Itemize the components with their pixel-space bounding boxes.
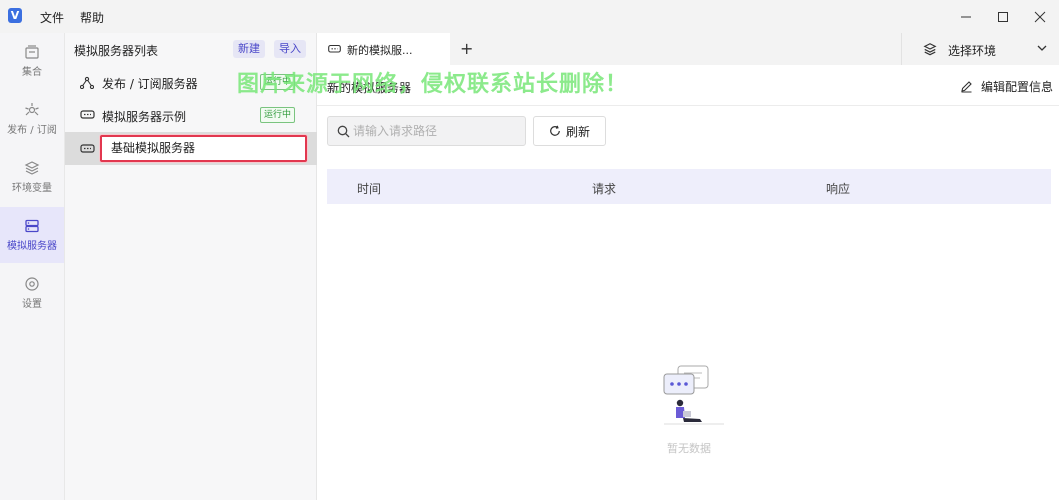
- layers-icon: [24, 161, 40, 175]
- rail-label: 设置: [22, 299, 42, 310]
- environment-select[interactable]: 选择环境: [901, 33, 1059, 65]
- column-time: 时间: [357, 182, 382, 196]
- add-tab-button[interactable]: +: [460, 39, 473, 58]
- search-input[interactable]: [353, 123, 518, 139]
- column-response: 响应: [826, 182, 851, 196]
- status-badge: 运行中: [260, 107, 296, 123]
- app-logo: V: [8, 8, 22, 23]
- import-button[interactable]: 导入: [274, 40, 306, 58]
- rail-item-collection[interactable]: 集合: [0, 33, 64, 89]
- tab-label: 新的模拟服...: [347, 44, 413, 57]
- empty-state-text: 暂无数据: [667, 442, 711, 455]
- pencil-icon: [961, 81, 972, 93]
- refresh-button[interactable]: 刷新: [533, 116, 606, 146]
- status-badge: 运行中: [260, 74, 296, 90]
- server-label: 发布 / 订阅服务器: [102, 77, 198, 91]
- rail-label: 模拟服务器: [7, 241, 57, 252]
- column-request: 请求: [592, 182, 617, 196]
- server-label: 模拟服务器示例: [102, 110, 187, 124]
- maximize-icon: [998, 11, 1008, 22]
- tab-bar: 新的模拟服... + 选择环境: [317, 33, 1059, 65]
- chevron-down-icon: [1037, 45, 1047, 51]
- list-item[interactable]: 模拟服务器示例 运行中: [65, 99, 317, 131]
- close-icon: [1034, 11, 1046, 22]
- list-item[interactable]: 发布 / 订阅服务器 运行中: [65, 66, 317, 98]
- tab-new-mock-server[interactable]: 新的模拟服...: [317, 33, 450, 65]
- environment-label: 选择环境: [948, 44, 997, 58]
- server-icon: [25, 219, 39, 233]
- rail-item-env-vars[interactable]: 环境变量: [0, 149, 64, 205]
- menu-file[interactable]: 文件: [40, 9, 64, 26]
- rail-label: 环境变量: [12, 183, 52, 194]
- rail-item-mock-server[interactable]: 模拟服务器: [0, 207, 64, 263]
- rail-label: 发布 / 订阅: [7, 125, 57, 136]
- page-title: 新的模拟服务器: [327, 81, 412, 95]
- menu-help[interactable]: 帮助: [80, 9, 104, 26]
- server-list-panel: 模拟服务器列表 新建 导入 发布 / 订阅服务器 运行中 模拟服务器示例 运行中…: [65, 33, 317, 500]
- refresh-label: 刷新: [565, 124, 590, 139]
- rail-item-settings[interactable]: 设置: [0, 265, 64, 321]
- divider: [317, 105, 1059, 106]
- table-header: 时间 请求 响应: [327, 169, 1051, 204]
- minimize-icon: [961, 16, 971, 17]
- server-icon: [328, 44, 341, 53]
- server-icon: [80, 110, 95, 119]
- search-icon: [337, 125, 350, 138]
- close-button[interactable]: [1017, 0, 1059, 33]
- settings-icon: [25, 277, 39, 291]
- refresh-icon: [550, 125, 560, 136]
- collection-icon: [25, 45, 39, 59]
- rail-item-pubsub[interactable]: 发布 / 订阅: [0, 91, 64, 147]
- panel-title: 模拟服务器列表: [74, 44, 159, 58]
- empty-state-illustration: [663, 365, 724, 425]
- list-item-selected[interactable]: 基础模拟服务器: [65, 132, 317, 165]
- nav-rail: 集合 发布 / 订阅 环境变量 模拟服务器 设置: [0, 33, 65, 500]
- server-icon: [80, 144, 95, 153]
- pubsub-icon: [80, 76, 94, 89]
- edit-config-button[interactable]: 编辑配置信息: [960, 78, 1053, 95]
- title-bar: V 文件 帮助: [0, 0, 1059, 33]
- edit-config-label: 编辑配置信息: [981, 80, 1054, 94]
- server-name-input[interactable]: 基础模拟服务器: [100, 135, 307, 162]
- pubsub-icon: [25, 103, 39, 116]
- new-server-button[interactable]: 新建: [233, 40, 265, 58]
- rail-label: 集合: [22, 67, 42, 78]
- search-box[interactable]: [327, 116, 526, 146]
- layers-icon: [923, 43, 937, 56]
